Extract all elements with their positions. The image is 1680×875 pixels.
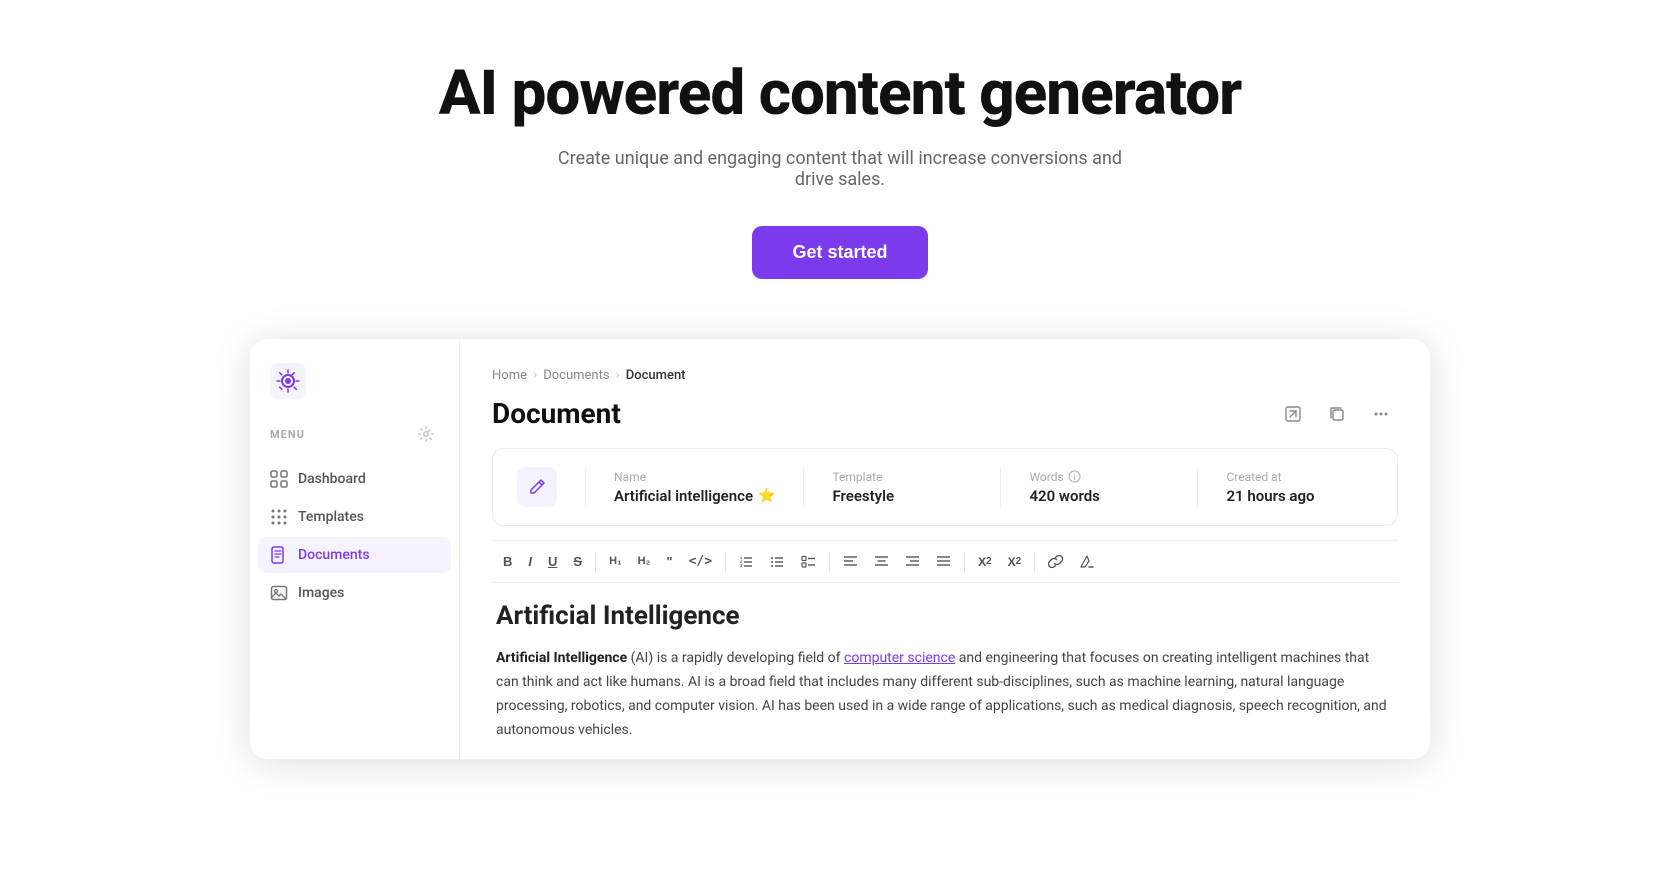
logo-icon bbox=[270, 363, 306, 399]
toolbar-italic[interactable]: I bbox=[521, 550, 539, 573]
sidebar-logo bbox=[250, 363, 459, 419]
grid-icon bbox=[270, 470, 288, 488]
doc-icon bbox=[270, 546, 288, 564]
meta-created-label: Created at bbox=[1226, 470, 1366, 484]
sidebar-item-images[interactable]: Images bbox=[258, 575, 451, 611]
info-icon bbox=[1068, 470, 1081, 483]
toolbar-quote[interactable]: " bbox=[659, 550, 679, 573]
toolbar-code[interactable]: </> bbox=[682, 550, 719, 573]
sidebar-item-templates[interactable]: Templates bbox=[258, 499, 451, 535]
export-icon bbox=[1284, 405, 1302, 423]
sidebar-settings-button[interactable] bbox=[409, 419, 443, 449]
more-icon bbox=[1372, 405, 1390, 423]
sidebar-item-images-label: Images bbox=[298, 585, 344, 601]
editor-toolbar: B I U S H₁ H₂ " </> 123 bbox=[492, 540, 1398, 583]
sidebar-item-documents-label: Documents bbox=[298, 547, 370, 563]
meta-group-created: Created at 21 hours ago bbox=[1226, 470, 1366, 505]
toolbar-strikethrough[interactable]: S bbox=[566, 550, 589, 573]
meta-name-label: Name bbox=[614, 470, 775, 484]
toolbar-link[interactable] bbox=[1041, 549, 1070, 574]
toolbar-checklist[interactable] bbox=[794, 549, 823, 574]
main-content: Home › Documents › Document Document bbox=[460, 339, 1430, 759]
meta-group-name: Name Artificial intelligence ⭐ bbox=[614, 470, 775, 505]
breadcrumb: Home › Documents › Document bbox=[492, 367, 1398, 383]
sidebar-menu-header: MENU bbox=[250, 419, 459, 461]
meta-group-template: Template Freestyle bbox=[832, 470, 972, 505]
meta-created-value: 21 hours ago bbox=[1226, 487, 1366, 505]
sidebar-item-documents[interactable]: Documents bbox=[258, 537, 451, 573]
meta-name-text: Artificial intelligence bbox=[614, 487, 753, 505]
toolbar-sep-3 bbox=[829, 552, 830, 572]
edit-icon bbox=[527, 477, 547, 497]
doc-body-bold: Artificial Intelligence bbox=[496, 650, 627, 666]
doc-content: Artificial Intelligence Artificial Intel… bbox=[492, 601, 1398, 742]
meta-group-words: Words 420 words bbox=[1029, 470, 1169, 505]
sidebar-item-templates-label: Templates bbox=[298, 509, 364, 525]
image-icon bbox=[270, 584, 288, 602]
get-started-button[interactable]: Get started bbox=[752, 226, 927, 279]
meta-name-value: Artificial intelligence ⭐ bbox=[614, 487, 775, 505]
breadcrumb-sep-2: › bbox=[616, 367, 620, 383]
toolbar-sep-5 bbox=[1034, 552, 1035, 572]
app-window: MENU Dashboard bbox=[250, 339, 1430, 759]
toolbar-clear-format[interactable] bbox=[1072, 549, 1101, 574]
page-actions bbox=[1276, 399, 1398, 429]
breadcrumb-documents[interactable]: Documents bbox=[543, 368, 609, 383]
breadcrumb-home[interactable]: Home bbox=[492, 368, 527, 383]
meta-divider-4 bbox=[1197, 467, 1198, 507]
toolbar-h2[interactable]: H₂ bbox=[631, 551, 658, 572]
doc-content-title: Artificial Intelligence bbox=[496, 601, 1394, 631]
hero-section: AI powered content generator Create uniq… bbox=[0, 0, 1680, 339]
breadcrumb-sep-1: › bbox=[533, 367, 537, 383]
doc-meta-card: Name Artificial intelligence ⭐ Template … bbox=[492, 448, 1398, 526]
toolbar-sep-4 bbox=[964, 552, 965, 572]
toolbar-justify[interactable] bbox=[929, 549, 958, 574]
hero-subtitle: Create unique and engaging content that … bbox=[540, 148, 1140, 190]
copy-button[interactable] bbox=[1320, 399, 1354, 429]
favorite-star[interactable]: ⭐ bbox=[758, 488, 775, 504]
toolbar-sep-1 bbox=[595, 552, 596, 572]
page-header: Document bbox=[492, 397, 1398, 430]
meta-divider-3 bbox=[1000, 467, 1001, 507]
more-button[interactable] bbox=[1364, 399, 1398, 429]
meta-template-label: Template bbox=[832, 470, 972, 484]
meta-words-value: 420 words bbox=[1029, 487, 1169, 505]
meta-divider-2 bbox=[803, 467, 804, 507]
settings-icon bbox=[417, 425, 435, 443]
toolbar-bold[interactable]: B bbox=[496, 550, 519, 573]
meta-divider-1 bbox=[585, 467, 586, 507]
toolbar-underline[interactable]: U bbox=[541, 550, 564, 573]
toolbar-sep-2 bbox=[725, 552, 726, 572]
meta-words-label: Words bbox=[1029, 470, 1169, 484]
toolbar-subscript[interactable]: X2 bbox=[971, 551, 999, 573]
hero-title: AI powered content generator bbox=[439, 60, 1242, 128]
page-title: Document bbox=[492, 397, 621, 430]
sidebar-nav: Dashboard Templates bbox=[250, 461, 459, 611]
doc-body-link[interactable]: computer science bbox=[844, 650, 955, 666]
meta-template-value: Freestyle bbox=[832, 487, 972, 505]
svg-text:3: 3 bbox=[740, 563, 743, 568]
breadcrumb-current: Document bbox=[626, 368, 686, 383]
export-button[interactable] bbox=[1276, 399, 1310, 429]
toolbar-unordered-list[interactable] bbox=[763, 549, 792, 574]
toolbar-ordered-list[interactable]: 123 bbox=[732, 549, 761, 574]
sidebar-item-dashboard[interactable]: Dashboard bbox=[258, 461, 451, 497]
sidebar-item-dashboard-label: Dashboard bbox=[298, 471, 366, 487]
grid-dots-icon bbox=[270, 508, 288, 526]
doc-edit-button[interactable] bbox=[517, 467, 557, 507]
sidebar: MENU Dashboard bbox=[250, 339, 460, 759]
doc-body-intro: (AI) is a rapidly developing field of bbox=[627, 650, 844, 666]
toolbar-align-right[interactable] bbox=[898, 549, 927, 574]
menu-label: MENU bbox=[270, 428, 305, 441]
doc-content-body: Artificial Intelligence (AI) is a rapidl… bbox=[496, 647, 1394, 742]
toolbar-h1[interactable]: H₁ bbox=[602, 551, 629, 572]
copy-icon bbox=[1328, 405, 1346, 423]
toolbar-align-left[interactable] bbox=[836, 549, 865, 574]
toolbar-align-center[interactable] bbox=[867, 549, 896, 574]
toolbar-superscript[interactable]: X2 bbox=[1001, 551, 1029, 573]
